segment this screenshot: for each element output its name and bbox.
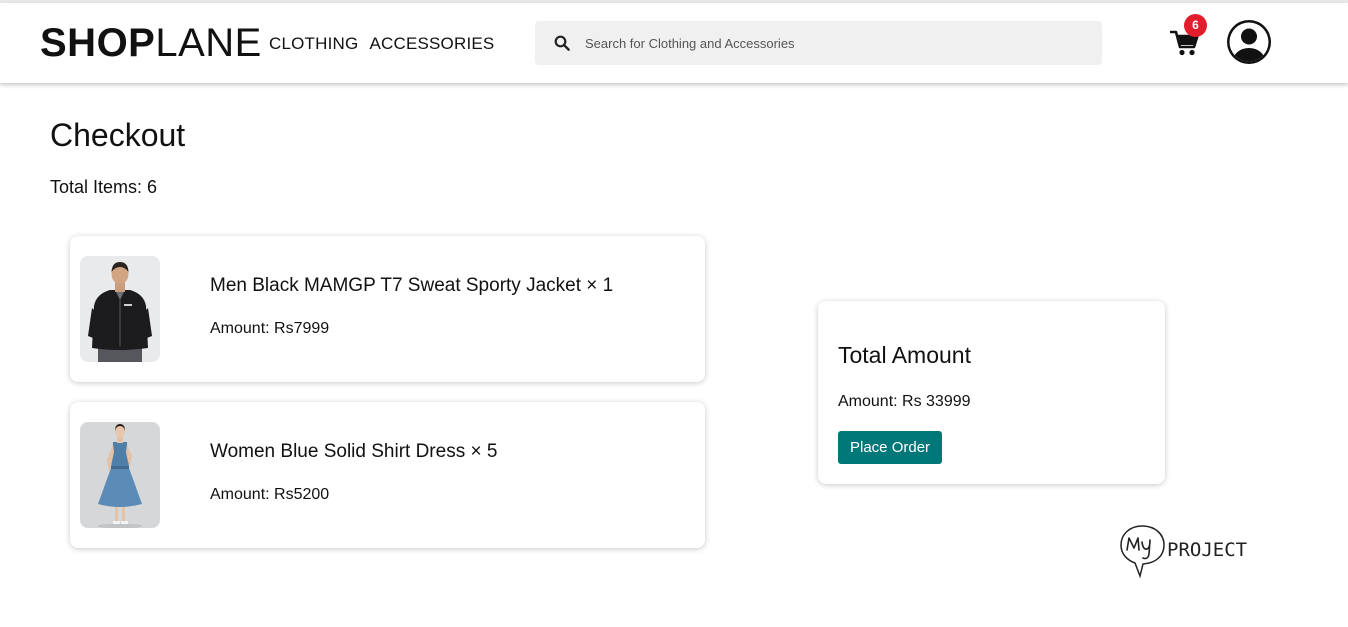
product-image[interactable] <box>80 422 160 528</box>
page-title: Checkout <box>50 117 186 153</box>
search-bar <box>535 21 1102 65</box>
myproject-logo: PROJECT <box>1118 524 1253 582</box>
product-amount: Amount: Rs7999 <box>210 320 330 337</box>
user-avatar[interactable] <box>1226 19 1272 65</box>
product-name[interactable]: Women Blue Solid Shirt Dress × 5 <box>210 440 497 464</box>
logo-bold: SHOP <box>40 21 156 65</box>
cart-count-badge: 6 <box>1184 14 1207 37</box>
watermark-text: PROJECT <box>1167 539 1247 561</box>
product-amount: Amount: Rs5200 <box>210 486 330 503</box>
header: SHOPLANE CLOTHING ACCESSORIES 6 <box>0 3 1348 83</box>
cart-item-card: Men Black MAMGP T7 Sweat Sporty Jacket ×… <box>70 236 705 382</box>
search-icon[interactable] <box>554 35 570 51</box>
product-image[interactable] <box>80 256 160 362</box>
men-black-jacket-image <box>80 256 160 362</box>
order-summary-card: Total Amount Amount: Rs 33999 Place Orde… <box>818 301 1165 484</box>
myproject-logo-image: PROJECT <box>1120 525 1247 579</box>
logo-light: LANE <box>155 21 262 65</box>
nav-accessories[interactable]: ACCESSORIES <box>369 34 494 54</box>
search-input[interactable] <box>585 23 1065 63</box>
user-avatar-icon <box>1227 20 1271 64</box>
summary-amount: Amount: Rs 33999 <box>838 393 971 410</box>
place-order-button[interactable]: Place Order <box>838 431 943 464</box>
nav-clothing[interactable]: CLOTHING <box>269 34 358 54</box>
cart-item-card: Women Blue Solid Shirt Dress × 5 Amount:… <box>70 402 705 548</box>
product-name[interactable]: Men Black MAMGP T7 Sweat Sporty Jacket ×… <box>210 274 613 298</box>
women-blue-dress-image <box>80 422 160 528</box>
summary-title: Total Amount <box>838 342 971 368</box>
total-items: Total Items: 6 <box>50 177 158 197</box>
logo[interactable]: SHOPLANE <box>40 21 262 65</box>
main-nav: CLOTHING ACCESSORIES <box>269 34 494 54</box>
